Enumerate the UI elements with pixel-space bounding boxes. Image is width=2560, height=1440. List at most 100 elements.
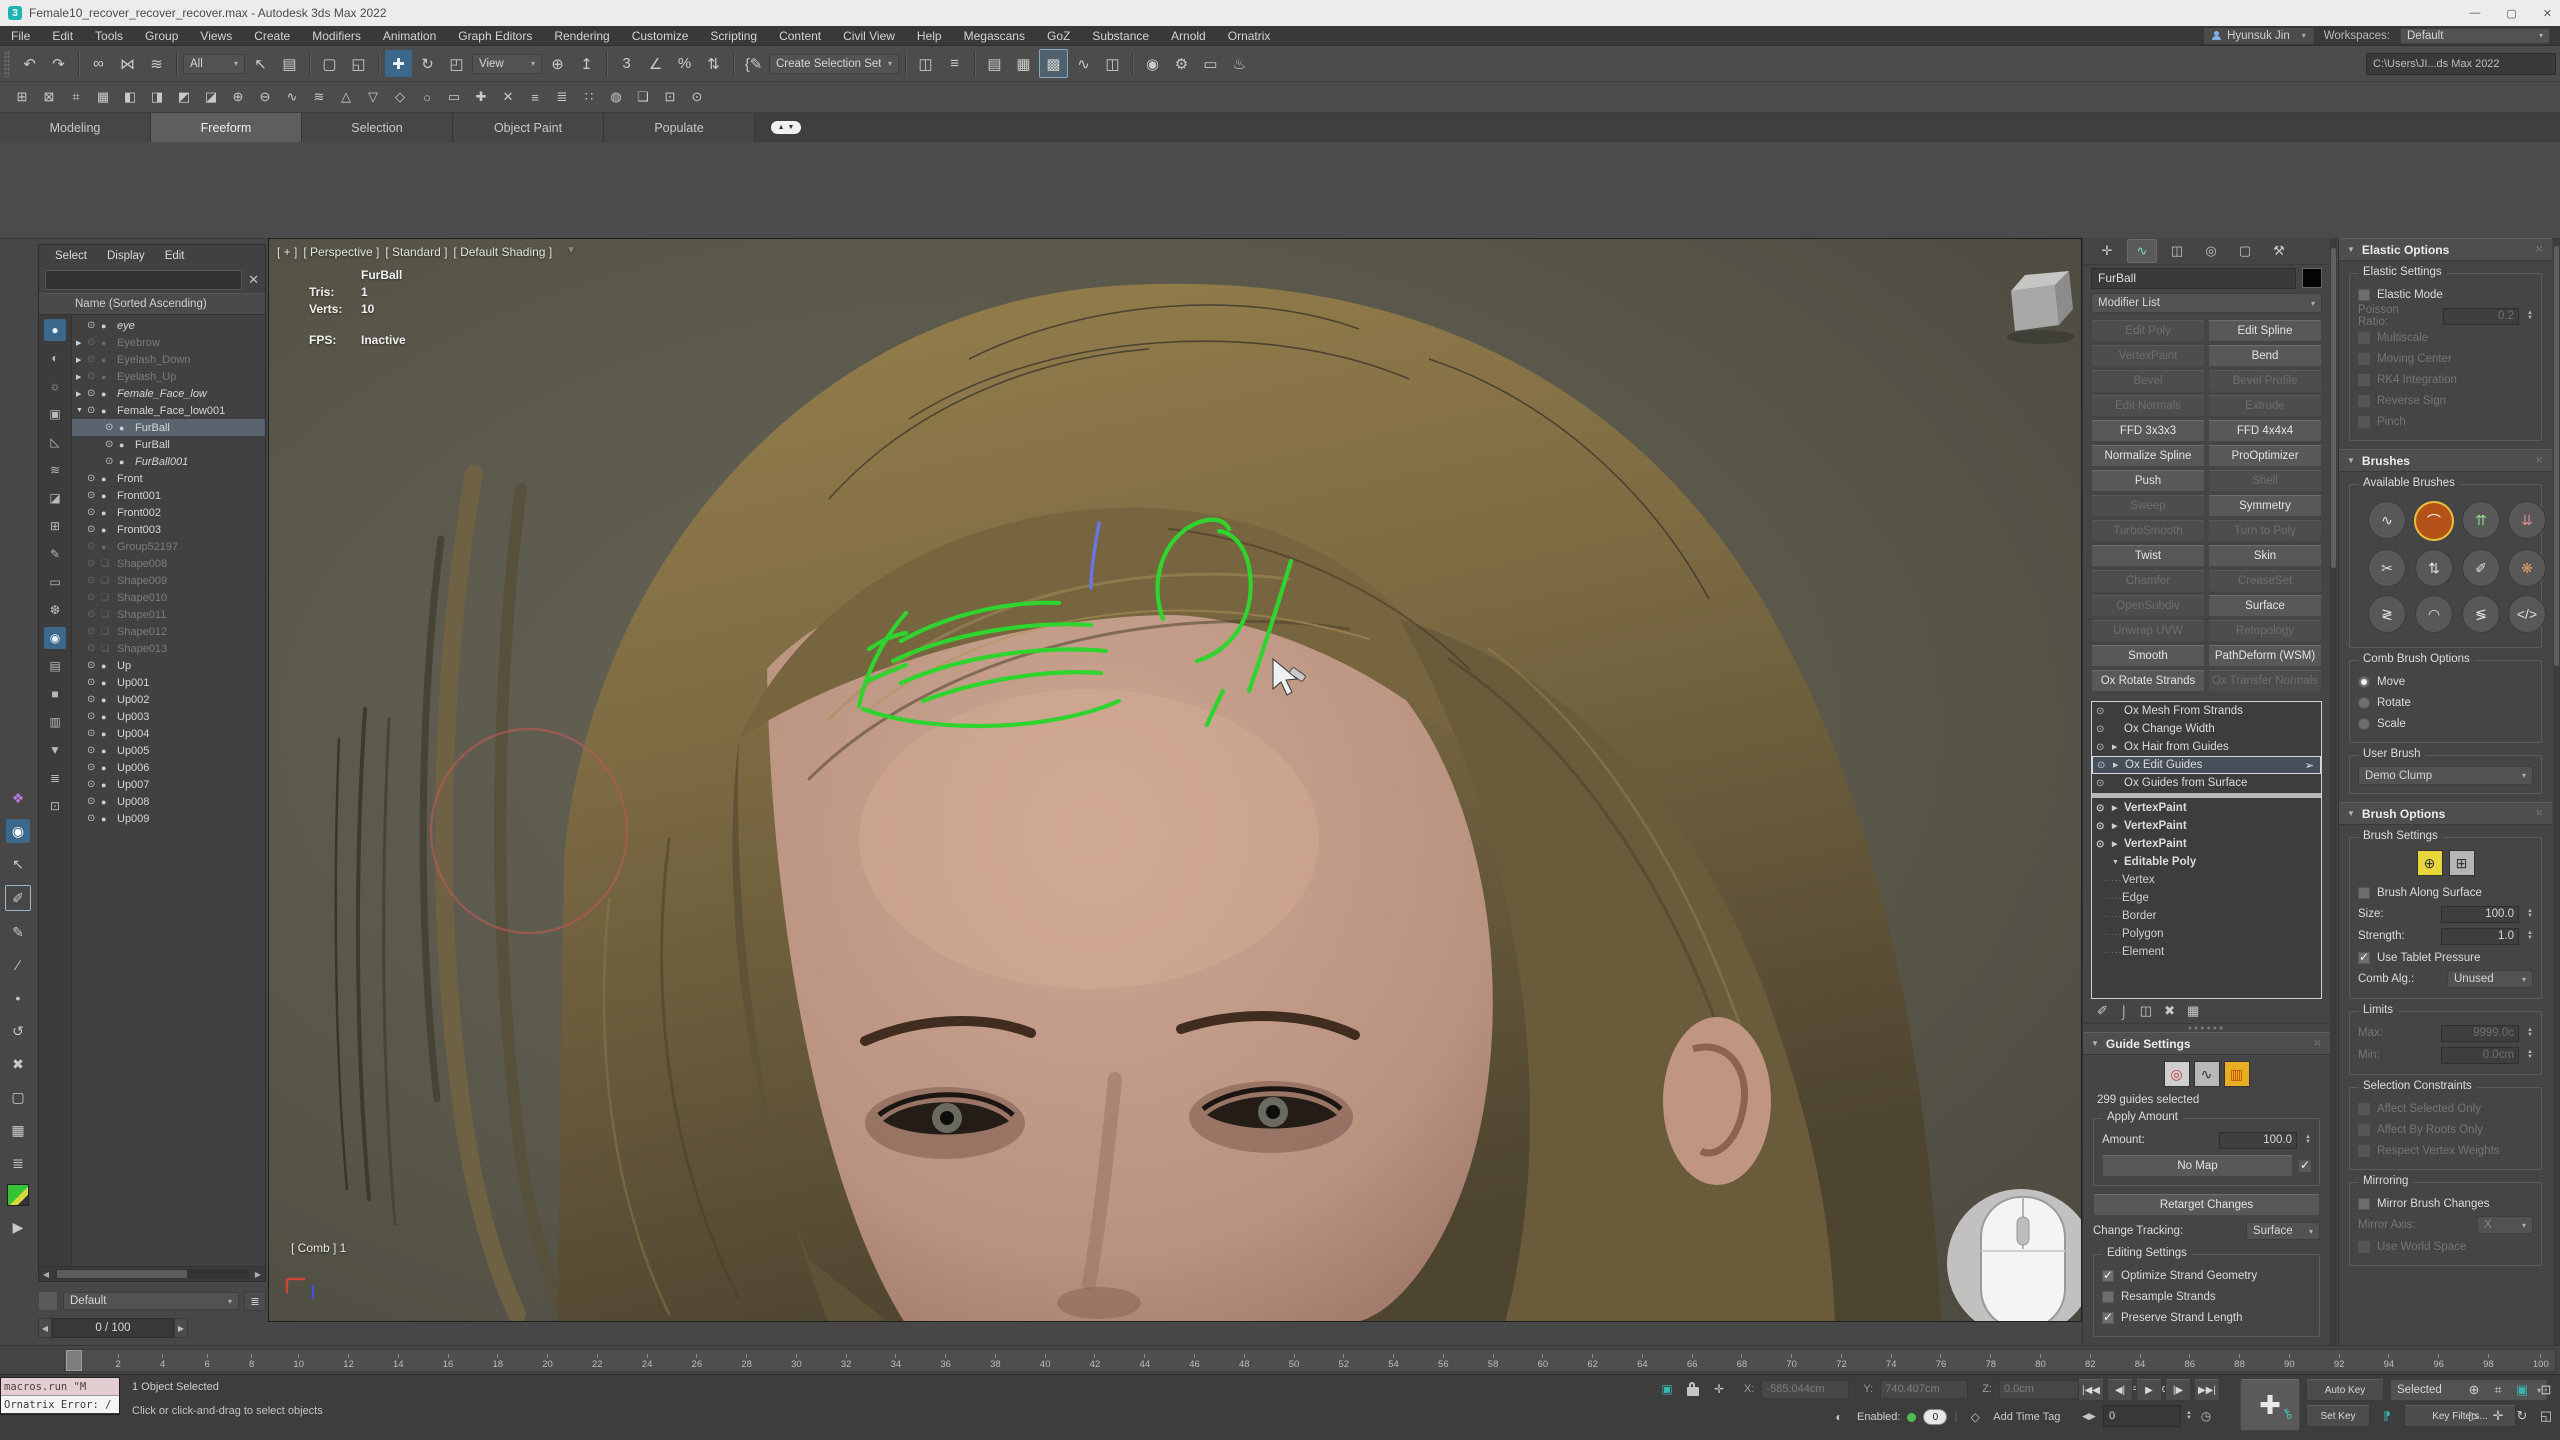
display-frozen-icon[interactable]: ❆ bbox=[44, 599, 66, 621]
menu-edit[interactable]: Edit bbox=[41, 29, 84, 43]
make-unique-icon[interactable]: ◫ bbox=[2140, 1003, 2152, 1019]
modifier-button-smooth[interactable]: Smooth bbox=[2091, 645, 2205, 667]
rollout-guide-settings[interactable]: ▼ Guide Settings ⁙ bbox=[2083, 1032, 2330, 1055]
modifier-button-vertexpaint[interactable]: VertexPaint bbox=[2091, 345, 2205, 367]
edit-named-selection-sets-icon[interactable]: {✎ bbox=[740, 50, 767, 77]
x-coordinate-field[interactable]: -585.044cm bbox=[1761, 1380, 1849, 1399]
timeline-tick-54[interactable]: 54 bbox=[1388, 1354, 1399, 1371]
stack-item-vertexpaint[interactable]: ⊙▶VertexPaint bbox=[2092, 817, 2321, 835]
select-and-rotate-icon[interactable]: ↻ bbox=[414, 50, 441, 77]
add-strands-brush-icon[interactable]: ⇈ bbox=[2462, 501, 2500, 539]
curl-brush-icon[interactable]: ◠ bbox=[2415, 595, 2453, 633]
zoom-icon[interactable]: ⊕ bbox=[2462, 1379, 2486, 1401]
display-tab[interactable]: ▢ bbox=[2231, 240, 2259, 262]
object-color-swatch[interactable] bbox=[2302, 268, 2322, 288]
menu-graph-editors[interactable]: Graph Editors bbox=[447, 29, 543, 43]
show-guides-icon[interactable]: ◉ bbox=[6, 819, 30, 843]
display-hidden-icon[interactable]: ◉ bbox=[44, 627, 66, 649]
modifier-button-skin[interactable]: Skin bbox=[2208, 545, 2322, 567]
timeline-tick-62[interactable]: 62 bbox=[1587, 1354, 1598, 1371]
corner-tool-icon[interactable]: ◩ bbox=[172, 85, 196, 109]
percent-snap-icon[interactable]: % bbox=[671, 50, 698, 77]
stack-item-ox-edit-guides[interactable]: ⊙▶Ox Edit Guides➢ bbox=[2092, 756, 2321, 774]
comb-alg-dropdown[interactable]: Unused ▾ bbox=[2447, 970, 2533, 988]
display-lights-icon[interactable]: ☼ bbox=[44, 375, 66, 397]
modifier-button-retopology[interactable]: Retopology bbox=[2208, 620, 2322, 642]
utilities-tab[interactable]: ⚒ bbox=[2265, 240, 2293, 262]
show-end-result-icon[interactable]: ⌡ bbox=[2120, 1004, 2128, 1019]
y-coordinate-field[interactable]: 740.407cm bbox=[1880, 1380, 1968, 1399]
next-frame-button[interactable]: |▶ bbox=[2165, 1379, 2191, 1401]
puff-brush-icon[interactable]: ≶ bbox=[2462, 595, 2500, 633]
menu-civil-view[interactable]: Civil View bbox=[832, 29, 906, 43]
curve-icon[interactable]: ∿ bbox=[280, 85, 304, 109]
visibility-eye-icon[interactable]: ⊙ bbox=[87, 609, 101, 620]
timeline-tick-40[interactable]: 40 bbox=[1040, 1354, 1051, 1371]
create-tab[interactable]: ✛ bbox=[2093, 240, 2121, 262]
list-tool-icon[interactable]: ≣ bbox=[6, 1151, 30, 1175]
timeline-tick-100[interactable]: 100 bbox=[2533, 1354, 2549, 1371]
explorer-row-eye[interactable]: ⊙●eye bbox=[72, 317, 265, 334]
timeline-tick-48[interactable]: 48 bbox=[1239, 1354, 1250, 1371]
timeline-tick-8[interactable]: 8 bbox=[249, 1354, 254, 1371]
menu-help[interactable]: Help bbox=[906, 29, 953, 43]
dots-icon[interactable]: ∷ bbox=[577, 85, 601, 109]
visibility-eye-icon[interactable]: ⊙ bbox=[2097, 760, 2113, 771]
visibility-eye-icon[interactable]: ⊙ bbox=[87, 558, 101, 569]
explorer-row-female-face-low[interactable]: ▶⊙●Female_Face_low bbox=[72, 385, 265, 402]
pinch-checkbox[interactable] bbox=[2358, 416, 2370, 428]
display-cameras-icon[interactable]: ▣ bbox=[44, 403, 66, 425]
preserve-strand-length-checkbox[interactable] bbox=[2102, 1312, 2114, 1324]
explorer-row-up004[interactable]: ⊙●Up004 bbox=[72, 725, 265, 742]
menu-content[interactable]: Content bbox=[768, 29, 832, 43]
resample-strands-checkbox[interactable] bbox=[2102, 1291, 2114, 1303]
cube-tool-icon[interactable]: ▢ bbox=[6, 1085, 30, 1109]
go-to-end-button[interactable]: ▶▶| bbox=[2194, 1379, 2220, 1401]
explorer-row-up009[interactable]: ⊙●Up009 bbox=[72, 810, 265, 827]
active-layer-dropdown[interactable]: Default ▾ bbox=[63, 1292, 239, 1310]
change-tracking-dropdown[interactable]: Surface ▾ bbox=[2246, 1222, 2320, 1240]
use-pivot-center-icon[interactable]: ⊕ bbox=[544, 50, 571, 77]
timeline-tick-88[interactable]: 88 bbox=[2234, 1354, 2245, 1371]
view-detail-icon[interactable]: ▥ bbox=[44, 711, 66, 733]
visibility-eye-icon[interactable]: ⊙ bbox=[2096, 778, 2112, 789]
previous-frame-button[interactable]: ◀| bbox=[2107, 1379, 2133, 1401]
explorer-row-front[interactable]: ⊙●Front bbox=[72, 470, 265, 487]
comb-brush-icon[interactable]: ⌒ bbox=[2414, 501, 2454, 541]
display-containers-icon[interactable]: ▭ bbox=[44, 571, 66, 593]
stack-item-ox-mesh-from-strands[interactable]: ⊙Ox Mesh From Strands bbox=[2092, 702, 2321, 720]
modifier-button-normalize-spline[interactable]: Normalize Spline bbox=[2091, 445, 2205, 467]
timeline-tick-96[interactable]: 96 bbox=[2433, 1354, 2444, 1371]
time-slider-handle[interactable] bbox=[66, 1350, 82, 1371]
strength-spinner[interactable]: 1.0 bbox=[2441, 928, 2519, 945]
explorer-row-shape010[interactable]: ⊙❏Shape010 bbox=[72, 589, 265, 606]
viewport-menu-shading[interactable]: [ Default Shading ] bbox=[453, 245, 552, 259]
timeline-tick-14[interactable]: 14 bbox=[393, 1354, 404, 1371]
use-world-space-checkbox[interactable] bbox=[2358, 1241, 2370, 1253]
reference-coordinate-dropdown[interactable]: View▾ bbox=[472, 54, 542, 74]
menu-rendering[interactable]: Rendering bbox=[543, 29, 620, 43]
max-spinner[interactable]: 9999.0c bbox=[2441, 1025, 2519, 1042]
visibility-eye-icon[interactable]: ⊙ bbox=[87, 677, 101, 688]
auto-key-button[interactable]: Auto Key bbox=[2306, 1379, 2384, 1401]
moving-center-checkbox[interactable] bbox=[2358, 353, 2370, 365]
mirror-icon[interactable]: ◫ bbox=[912, 50, 939, 77]
pin-stack-icon[interactable]: ✐ bbox=[2097, 1003, 2108, 1019]
cross-icon[interactable]: ✚ bbox=[469, 85, 493, 109]
expand-arrow-icon[interactable]: ▶ bbox=[2112, 743, 2124, 751]
modifier-button-ox-transfer-normals[interactable]: Ox Transfer Normals bbox=[2208, 670, 2322, 692]
triangle-down-icon[interactable]: ▽ bbox=[361, 85, 385, 109]
visibility-eye-icon[interactable]: ⊙ bbox=[2096, 742, 2112, 753]
poisson-ratio-spinner[interactable]: 0.2 bbox=[2443, 308, 2520, 325]
scale-radio[interactable] bbox=[2358, 718, 2370, 730]
point-tool-icon[interactable]: • bbox=[6, 986, 30, 1010]
select-arrow-icon[interactable]: ↖ bbox=[6, 852, 30, 876]
modify-tab[interactable]: ∿ bbox=[2127, 239, 2157, 263]
explorer-column-header[interactable]: Name (Sorted Ascending) bbox=[39, 293, 265, 315]
select-and-move-icon[interactable]: ✚ bbox=[385, 50, 412, 77]
scrollbar-track[interactable] bbox=[55, 1269, 249, 1279]
affect-selected-only-checkbox[interactable] bbox=[2358, 1103, 2370, 1115]
display-helpers-icon[interactable]: ◺ bbox=[44, 431, 66, 453]
modifier-button-creaseset[interactable]: CreaseSet bbox=[2208, 570, 2322, 592]
minimize-button[interactable]: — bbox=[2469, 7, 2480, 20]
